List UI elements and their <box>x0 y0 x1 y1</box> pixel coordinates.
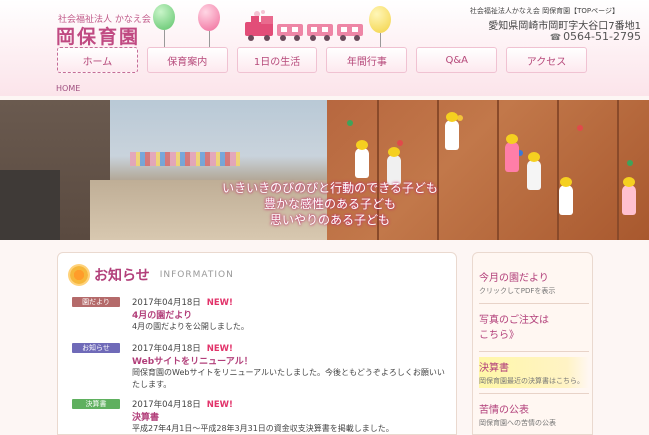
hero-panel-line <box>497 100 499 240</box>
pink-balloon-icon <box>198 4 220 49</box>
news-item-body: 平成27年4月1日〜平成28年3月31日の資金収支決算書を掲載しました。 <box>132 424 394 433</box>
site-title[interactable]: 岡保育園 <box>56 22 140 49</box>
breadcrumb[interactable]: HOME <box>56 84 80 93</box>
nav-daily-life[interactable]: 1日の生活 <box>236 47 318 73</box>
news-item-title-link[interactable]: 4月の園だより <box>132 308 192 321</box>
sidebar-item-title: 苦情の公表 <box>479 405 529 416</box>
main-nav: ホーム 保育案内 1日の生活 年間行事 Q&A アクセス <box>57 47 587 73</box>
new-badge: NEW! <box>206 344 233 354</box>
sidebar-item-title-2: こちら》 <box>479 330 519 341</box>
sidebar-divider <box>479 351 589 352</box>
hero-crowd <box>130 152 240 166</box>
news-date-value: 2017年04月18日 <box>132 298 201 308</box>
sidebar-item-title: 写真のご注文は <box>479 315 549 326</box>
sidebar-divider <box>479 303 589 304</box>
new-badge: NEW! <box>206 298 233 308</box>
new-badge: NEW! <box>206 400 233 410</box>
sidebar-item-title: 今月の園だより <box>479 273 549 284</box>
hero-panel-line <box>617 100 619 240</box>
nav-access[interactable]: アクセス <box>506 47 587 73</box>
sidebar-item-photo-order[interactable]: 写真のご注文は こちら》 <box>479 311 589 341</box>
news-item-title-link[interactable]: 決算書 <box>132 410 159 423</box>
nav-childcare-guide[interactable]: 保育案内 <box>146 47 228 73</box>
sidebar-divider <box>479 393 589 394</box>
hero-motto: いきいきのびのびと行動のできる子ども 豊かな感性のある子ども 思いやりのある子ど… <box>200 180 460 228</box>
news-date: 2017年04月18日 NEW! <box>132 342 233 354</box>
hero-wall <box>0 170 60 240</box>
hero-hold <box>347 120 353 126</box>
sidebar-item-subtitle: 岡保育園最近の決算書はこちら。 <box>479 377 584 385</box>
news-date: 2017年04月18日 NEW! <box>132 398 233 410</box>
hero-child <box>445 112 459 150</box>
green-balloon-icon <box>153 4 175 48</box>
hero-banner: いきいきのびのびと行動のできる子ども 豊かな感性のある子ども 思いやりのある子ど… <box>0 100 649 240</box>
sidebar-item-financial-statement[interactable]: 決算書 岡保育園最近の決算書はこちら。 <box>479 357 589 388</box>
top-page-link[interactable]: 社会福祉法人かなえ会 岡保育園【TOPページ】 <box>470 6 619 16</box>
sidebar-item-subtitle: クリックしてPDFを表示 <box>479 287 556 295</box>
yellow-balloon-icon <box>369 6 391 51</box>
news-subtitle: INFORMATION <box>159 270 234 280</box>
sun-icon <box>70 266 88 284</box>
nav-annual-events[interactable]: 年間行事 <box>326 47 408 73</box>
hero-child <box>527 152 541 190</box>
hero-child <box>505 134 519 172</box>
news-title: お知らせ <box>94 268 150 284</box>
sidebar-item-title: 決算書 <box>479 363 509 374</box>
news-header: お知らせ INFORMATION <box>70 265 234 285</box>
sidebar: 今月の園だより クリックしてPDFを表示 写真のご注文は こちら》 決算書 岡保… <box>472 252 593 435</box>
phone-icon: ☎ <box>549 33 562 43</box>
news-date-value: 2017年04月18日 <box>132 400 201 410</box>
news-category-badge: 決算書 <box>72 399 120 409</box>
site-header: 社会福祉法人 かなえ会 岡保育園 社会福祉法人かなえ会 岡保育園【TOPページ】… <box>0 0 649 96</box>
nav-qa[interactable]: Q&A <box>416 47 498 73</box>
sidebar-item-complaints[interactable]: 苦情の公表 岡保育園への苦情の公表 <box>479 401 589 428</box>
phone-number: ☎ 0564-51-2795 <box>550 30 641 43</box>
sidebar-item-subtitle: 岡保育園への苦情の公表 <box>479 419 556 427</box>
train-icon <box>245 10 363 41</box>
hero-hold <box>397 140 403 146</box>
hero-panel-line <box>557 100 559 240</box>
news-category-badge: 園だより <box>72 297 120 307</box>
hero-child <box>622 177 636 215</box>
news-item-body: 岡保育園のWebサイトをリニューアルいたしました。今後ともどうぞよろしくお願いい… <box>132 368 445 389</box>
hero-motto-line-2: 豊かな感性のある子ども <box>263 197 396 211</box>
phone-value: 0564-51-2795 <box>563 30 641 43</box>
hero-child <box>559 177 573 215</box>
news-date-value: 2017年04月18日 <box>132 344 201 354</box>
sidebar-item-newsletter[interactable]: 今月の園だより クリックしてPDFを表示 <box>479 269 589 296</box>
news-item-title-link[interactable]: Webサイトをリニューアル！ <box>132 354 253 367</box>
hero-motto-line-1: いきいきのびのびと行動のできる子ども <box>222 181 438 195</box>
hero-hold <box>627 160 633 166</box>
nav-home[interactable]: ホーム <box>57 47 138 73</box>
news-item-body: 4月の園だよりを公開しました。 <box>132 322 249 331</box>
news-category-badge: お知らせ <box>72 343 120 353</box>
news-date: 2017年04月18日 NEW! <box>132 296 233 308</box>
news-section: お知らせ INFORMATION 園だより 2017年04月18日 NEW! 4月… <box>57 252 457 435</box>
hero-motto-line-3: 思いやりのある子ども <box>269 213 390 227</box>
hero-child <box>355 140 369 178</box>
hero-hold <box>577 125 583 131</box>
